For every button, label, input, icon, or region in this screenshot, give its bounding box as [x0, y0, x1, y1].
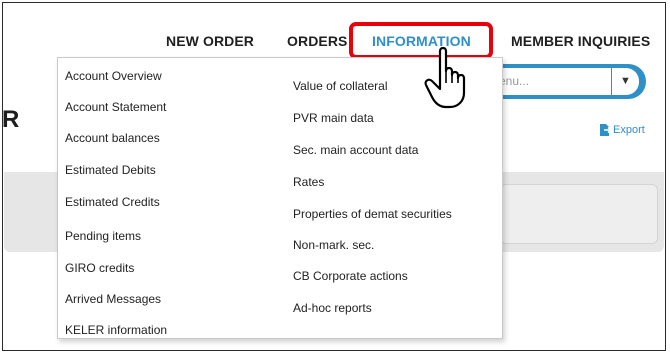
- hand-pointer-icon: [424, 46, 466, 109]
- menu-item-sec-main-account-data[interactable]: Sec. main account data: [293, 143, 418, 157]
- nav-orders[interactable]: ORDERS: [287, 33, 348, 49]
- menu-item-properties-of-demat-securities[interactable]: Properties of demat securities: [293, 207, 452, 221]
- menu-item-non-mark-sec[interactable]: Non-mark. sec.: [293, 238, 374, 252]
- menu-item-ad-hoc-reports[interactable]: Ad-hoc reports: [293, 301, 372, 315]
- nav-member-inquiries[interactable]: MEMBER INQUIRIES: [511, 33, 650, 49]
- export-icon: [600, 124, 612, 136]
- menu-item-pending-items[interactable]: Pending items: [65, 229, 141, 243]
- menu-item-account-overview[interactable]: Account Overview: [65, 69, 162, 83]
- menu-item-account-balances[interactable]: Account balances: [65, 131, 160, 145]
- search-input[interactable]: enu...: [491, 68, 611, 95]
- content-box: [500, 184, 658, 244]
- menu-item-cb-corporate-actions[interactable]: CB Corporate actions: [293, 269, 408, 283]
- menu-item-account-statement[interactable]: Account Statement: [65, 100, 166, 114]
- top-nav: NEW ORDER ORDERS INFORMATION MEMBER INQU…: [0, 33, 670, 57]
- export-label: Export: [613, 123, 645, 136]
- menu-item-keler-information[interactable]: KELER information: [65, 323, 167, 337]
- menu-item-giro-credits[interactable]: GIRO credits: [65, 261, 134, 275]
- chevron-down-icon[interactable]: ▼: [612, 68, 639, 95]
- menu-item-value-of-collateral[interactable]: Value of collateral: [293, 79, 388, 93]
- menu-item-pvr-main-data[interactable]: PVR main data: [293, 111, 374, 125]
- nav-new-order[interactable]: NEW ORDER: [166, 33, 254, 49]
- menu-item-estimated-credits[interactable]: Estimated Credits: [65, 195, 160, 209]
- menu-item-arrived-messages[interactable]: Arrived Messages: [65, 292, 161, 306]
- export-button[interactable]: Export: [598, 123, 645, 137]
- menu-item-estimated-debits[interactable]: Estimated Debits: [65, 163, 156, 177]
- page-title-partial: R: [2, 106, 20, 133]
- menu-item-rates[interactable]: Rates: [293, 175, 324, 189]
